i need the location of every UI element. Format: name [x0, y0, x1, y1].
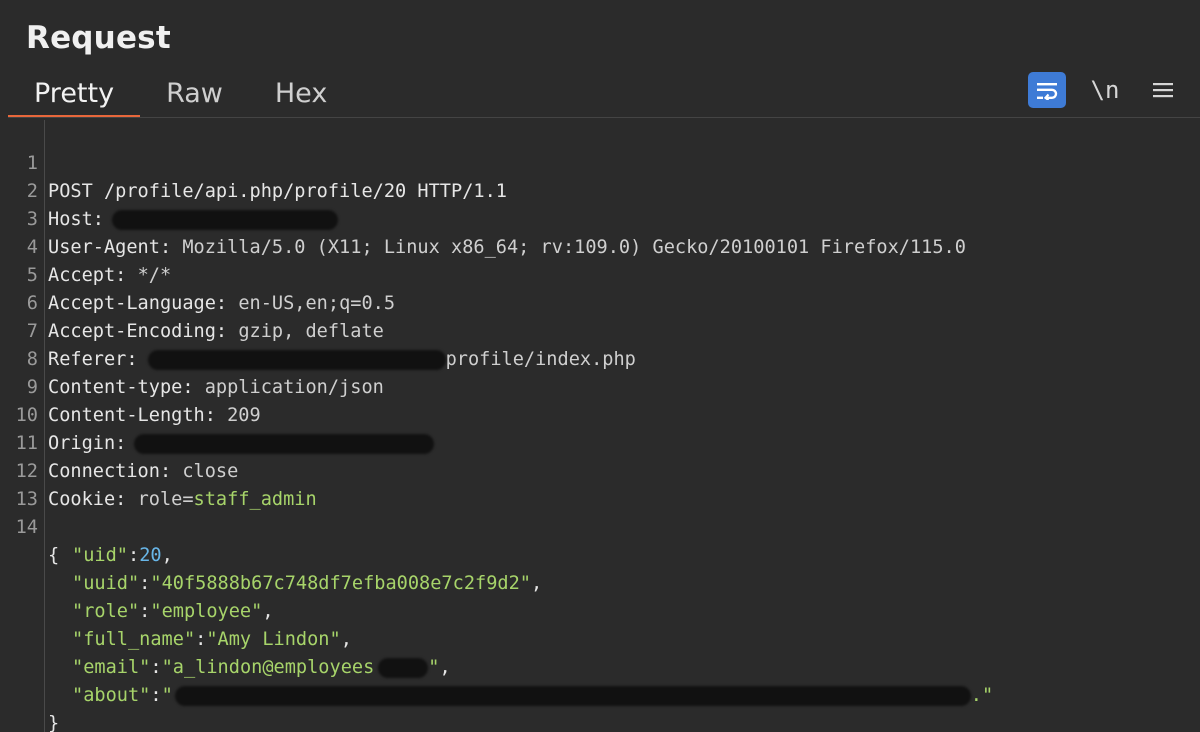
json-value-end: " — [428, 657, 440, 678]
request-editor[interactable]: 1 POST /profile/api.php/profile/20 HTTP/… — [8, 120, 1200, 732]
header-value: gzip, deflate — [227, 321, 384, 342]
editor-toolbar: \n — [1028, 71, 1182, 109]
tab-raw[interactable]: Raw — [140, 72, 249, 116]
code-line: 7 Referer: profile/index.php — [8, 290, 636, 370]
json-value: "Amy Lindon" — [206, 629, 341, 650]
json-line: "full_name":"Amy Lindon", — [8, 598, 352, 650]
json-value-end: ." — [970, 685, 994, 706]
redaction-mark — [174, 685, 971, 706]
json-separator: : — [150, 685, 162, 706]
request-panel: Request Pretty Raw Hex \n 1 POST /profil… — [0, 0, 1200, 732]
code-line: 6 Accept-Encoding: gzip, deflate — [8, 262, 384, 342]
json-value: 20 — [139, 545, 162, 566]
json-value: " — [161, 685, 173, 706]
json-separator: : — [127, 545, 140, 566]
header-value: application/json — [193, 377, 384, 398]
json-separator: : — [139, 573, 151, 594]
header-value: en-US,en;q=0.5 — [227, 293, 396, 314]
tab-pretty[interactable]: Pretty — [8, 72, 141, 118]
wrap-lines-icon — [1037, 83, 1058, 100]
json-key: "uid" — [72, 545, 128, 566]
code-line: 2 Host: — [8, 150, 338, 230]
json-key: "email" — [72, 657, 151, 678]
cookie-name: role= — [126, 489, 194, 510]
json-line: "role":"employee", — [8, 570, 274, 622]
code-line: 14 { — [8, 486, 75, 566]
panel-title: Request — [26, 20, 171, 56]
code-line: 11 Connection: close — [8, 402, 239, 482]
redaction-mark — [147, 349, 446, 370]
redaction-mark — [378, 657, 429, 678]
json-separator: : — [150, 657, 162, 678]
json-key: "role" — [72, 601, 140, 622]
code-line: 4 Accept: */* — [8, 206, 171, 286]
json-line: } — [8, 682, 75, 732]
hamburger-menu-icon — [1153, 83, 1173, 98]
header-value: profile/index.php — [445, 349, 636, 370]
json-line: "about":" ." — [8, 654, 993, 706]
cookie-value: staff_admin — [193, 489, 317, 510]
tab-divider — [8, 117, 1200, 118]
header-value: Mozilla/5.0 (X11; Linux x86_64; rv:109.0… — [171, 237, 966, 258]
wrap-lines-button[interactable] — [1028, 72, 1066, 108]
code-line: 9 Content-Length: 209 — [8, 346, 261, 426]
code-line: 5 Accept-Language: en-US,en;q=0.5 — [8, 234, 395, 314]
code-line: 13 — [8, 458, 75, 510]
json-comma: , — [262, 601, 274, 622]
json-comma: , — [439, 657, 451, 678]
redaction-mark — [134, 433, 435, 454]
json-line: "uid":20, — [8, 514, 173, 566]
header-value: close — [171, 461, 239, 482]
show-newlines-button[interactable]: \n — [1086, 72, 1124, 108]
redaction-mark — [111, 209, 338, 230]
code-line: 10 Origin: — [8, 374, 435, 454]
json-separator: : — [139, 601, 151, 622]
request-line: POST /profile/api.php/profile/20 HTTP/1.… — [48, 181, 507, 202]
code-line: 3 User-Agent: Mozilla/5.0 (X11; Linux x8… — [8, 178, 966, 258]
menu-button[interactable] — [1144, 72, 1182, 108]
json-key: "uuid" — [72, 573, 140, 594]
json-separator: : — [195, 629, 207, 650]
json-key: "full_name" — [72, 629, 196, 650]
view-tabs: Pretty Raw Hex — [8, 72, 353, 118]
json-line: "uuid":"40f5888b67c748df7efba008e7c2f9d2… — [8, 542, 542, 594]
json-comma: , — [340, 629, 352, 650]
header-value: 209 — [215, 405, 261, 426]
json-line: "email":"a_lindon@employees ", — [8, 626, 451, 678]
code-line: 12 Cookie: role=staff_admin — [8, 430, 317, 510]
code-line: 15 — [8, 710, 75, 732]
code-line: 8 Content-type: application/json — [8, 318, 384, 398]
header-value: */* — [126, 265, 172, 286]
code-line: 1 POST /profile/api.php/profile/20 HTTP/… — [8, 122, 507, 202]
json-key: "about" — [72, 685, 151, 706]
json-value: "employee" — [150, 601, 263, 622]
json-comma: , — [161, 545, 173, 566]
json-value: "40f5888b67c748df7efba008e7c2f9d2" — [150, 573, 531, 594]
tab-hex[interactable]: Hex — [249, 72, 353, 116]
json-comma: , — [530, 573, 543, 594]
json-value: "a_lindon@employees — [161, 657, 375, 678]
